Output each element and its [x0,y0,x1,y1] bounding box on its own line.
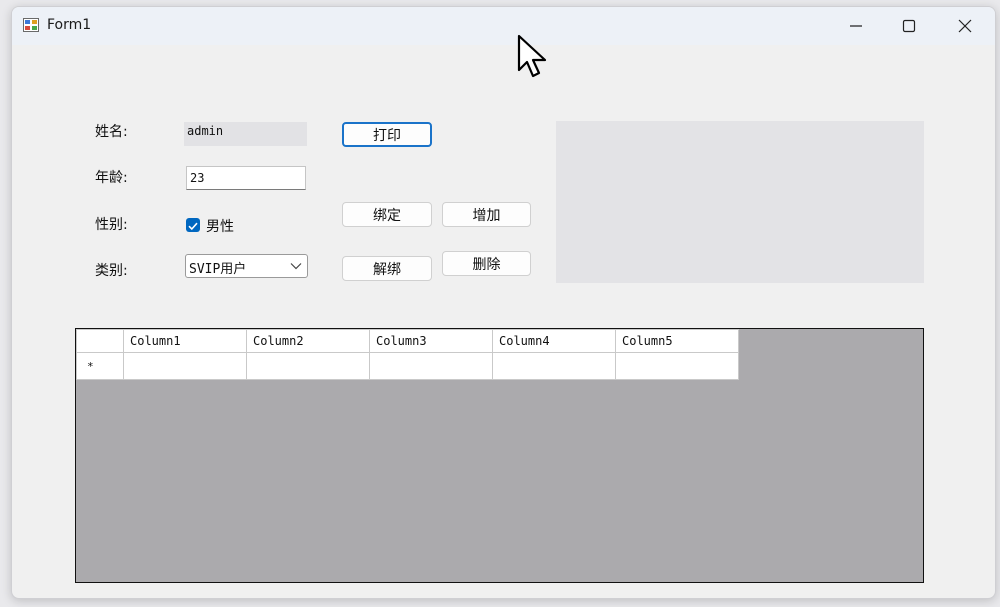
type-combobox[interactable]: SVIP用户 [185,254,308,278]
close-button[interactable] [939,7,991,45]
grid-cell[interactable] [369,352,493,380]
unbind-button[interactable]: 解绑 [342,256,432,281]
type-selected-value: SVIP用户 [189,262,247,277]
window-title: Form1 [47,17,92,33]
grid-cell[interactable] [123,352,247,380]
delete-button[interactable]: 删除 [442,251,531,276]
age-input[interactable] [186,166,306,190]
bind-button[interactable]: 绑定 [342,202,432,227]
gender-label: 性别: [95,217,128,233]
name-label: 姓名: [95,124,128,140]
app-icon [23,18,39,32]
title-bar[interactable]: Form1 [12,7,995,45]
grid-cell[interactable] [492,352,616,380]
column-header[interactable]: Column4 [492,329,616,353]
column-header[interactable]: Column3 [369,329,493,353]
table-row[interactable]: * [76,352,739,380]
grid-table: Column1 Column2 Column3 Column4 Column5 … [76,329,739,380]
name-field[interactable]: admin [184,122,307,146]
grid-cell[interactable] [615,352,739,380]
mouse-cursor-icon [517,34,547,78]
grid-corner-header[interactable] [76,329,124,353]
age-label: 年龄: [95,170,128,186]
minimize-icon [850,25,862,27]
checkmark-icon [188,222,198,231]
gender-checkbox-label[interactable]: 男性 [206,216,234,236]
maximize-button[interactable] [883,7,935,45]
minimize-button[interactable] [830,7,882,45]
new-row-marker[interactable]: * [76,352,124,380]
type-label: 类别: [95,263,128,279]
print-button[interactable]: 打印 [342,122,432,147]
column-header[interactable]: Column5 [615,329,739,353]
close-icon [958,19,972,33]
grid-header-row: Column1 Column2 Column3 Column4 Column5 [76,329,739,353]
add-button[interactable]: 增加 [442,202,531,227]
name-value: admin [187,124,224,138]
chevron-down-icon [290,263,302,270]
column-header[interactable]: Column2 [246,329,370,353]
column-header[interactable]: Column1 [123,329,247,353]
gender-checkbox[interactable] [186,218,200,232]
grid-cell[interactable] [246,352,370,380]
maximize-icon [902,19,916,33]
data-grid[interactable]: Column1 Column2 Column3 Column4 Column5 … [75,328,924,583]
picture-box [556,121,924,283]
main-window: Form1 姓名: 年龄: 性别: 类别: admin 23 男性 SVIP用户… [11,6,996,599]
